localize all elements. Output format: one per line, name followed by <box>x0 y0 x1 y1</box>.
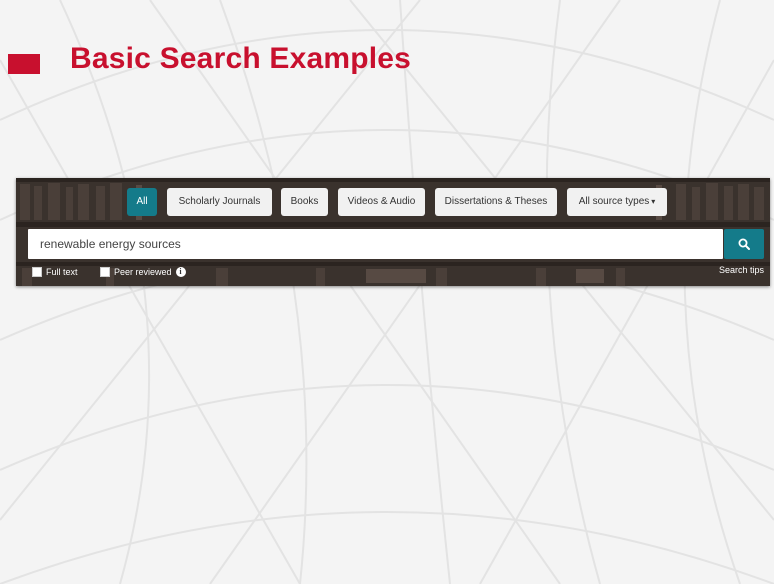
source-type-tabs: All Scholarly Journals Books Videos & Au… <box>16 188 770 216</box>
peer-reviewed-checkbox[interactable] <box>100 267 110 277</box>
full-text-checkbox[interactable] <box>32 267 42 277</box>
search-icon <box>738 238 750 250</box>
tab-all-source-types[interactable]: All source types ▾ <box>567 188 667 216</box>
peer-reviewed-option[interactable]: Peer reviewed i <box>100 265 186 279</box>
tab-all[interactable]: All <box>127 188 157 216</box>
slide-header: Basic Search Examples <box>0 40 774 90</box>
title-accent-bar <box>8 54 40 74</box>
caret-down-icon: ▾ <box>651 197 656 206</box>
peer-reviewed-label: Peer reviewed <box>114 267 172 277</box>
search-button[interactable] <box>724 229 764 259</box>
tab-videos-audio[interactable]: Videos & Audio <box>338 188 425 216</box>
search-tips-link[interactable]: Search tips <box>719 265 764 275</box>
search-panel: All Scholarly Journals Books Videos & Au… <box>16 178 770 286</box>
tab-books[interactable]: Books <box>281 188 328 216</box>
search-input[interactable] <box>28 229 723 259</box>
tab-scholarly-journals[interactable]: Scholarly Journals <box>167 188 272 216</box>
full-text-label: Full text <box>46 267 78 277</box>
full-text-option[interactable]: Full text <box>32 265 78 279</box>
tab-dissertations-theses[interactable]: Dissertations & Theses <box>435 188 557 216</box>
info-icon[interactable]: i <box>175 267 186 277</box>
slide-title: Basic Search Examples <box>70 42 412 75</box>
tab-all-source-types-label: All source types <box>578 196 650 207</box>
